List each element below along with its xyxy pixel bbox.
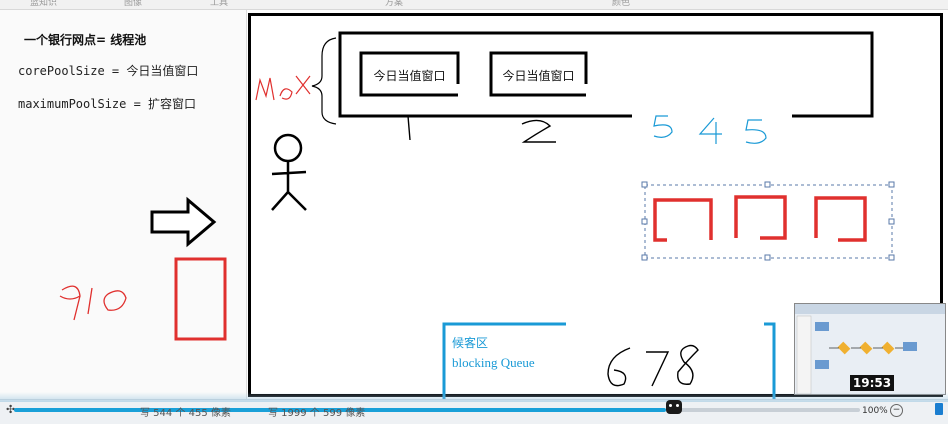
waiting-area-label: 候客区 bbox=[452, 336, 489, 350]
zoom-out-icon[interactable]: − bbox=[890, 404, 903, 417]
curly-brace-drawing bbox=[311, 37, 337, 125]
status-text-left: 写 544 个 455 像素 bbox=[140, 408, 231, 419]
selection-handles bbox=[641, 181, 895, 261]
blue-handwriting-545 bbox=[653, 115, 767, 144]
red-handwriting-max bbox=[255, 75, 311, 101]
stick-figure-drawing bbox=[271, 133, 307, 211]
red-expansion-windows bbox=[653, 195, 867, 242]
red-extra-window bbox=[174, 257, 227, 341]
handwriting-678 bbox=[607, 344, 699, 387]
window-numbers-drawing bbox=[407, 115, 556, 143]
arrow-right-icon bbox=[150, 196, 217, 248]
core-window-2-label: 今日当值窗口 bbox=[502, 69, 575, 83]
red-handwriting-910 bbox=[59, 285, 127, 321]
waveform-shade bbox=[0, 392, 948, 402]
zoom-slider-handle-icon[interactable] bbox=[935, 403, 943, 415]
core-window-1-label: 今日当值窗口 bbox=[373, 69, 446, 83]
video-progress-remaining[interactable] bbox=[680, 408, 860, 412]
zoom-level: 100% bbox=[862, 406, 888, 416]
progress-scrubber-icon[interactable] bbox=[666, 400, 682, 414]
status-text-mid: 写 1999 个 599 像素 bbox=[268, 408, 366, 419]
blocking-queue-label: blocking Queue bbox=[452, 355, 535, 370]
video-timestamp: 19:53 bbox=[850, 375, 894, 391]
